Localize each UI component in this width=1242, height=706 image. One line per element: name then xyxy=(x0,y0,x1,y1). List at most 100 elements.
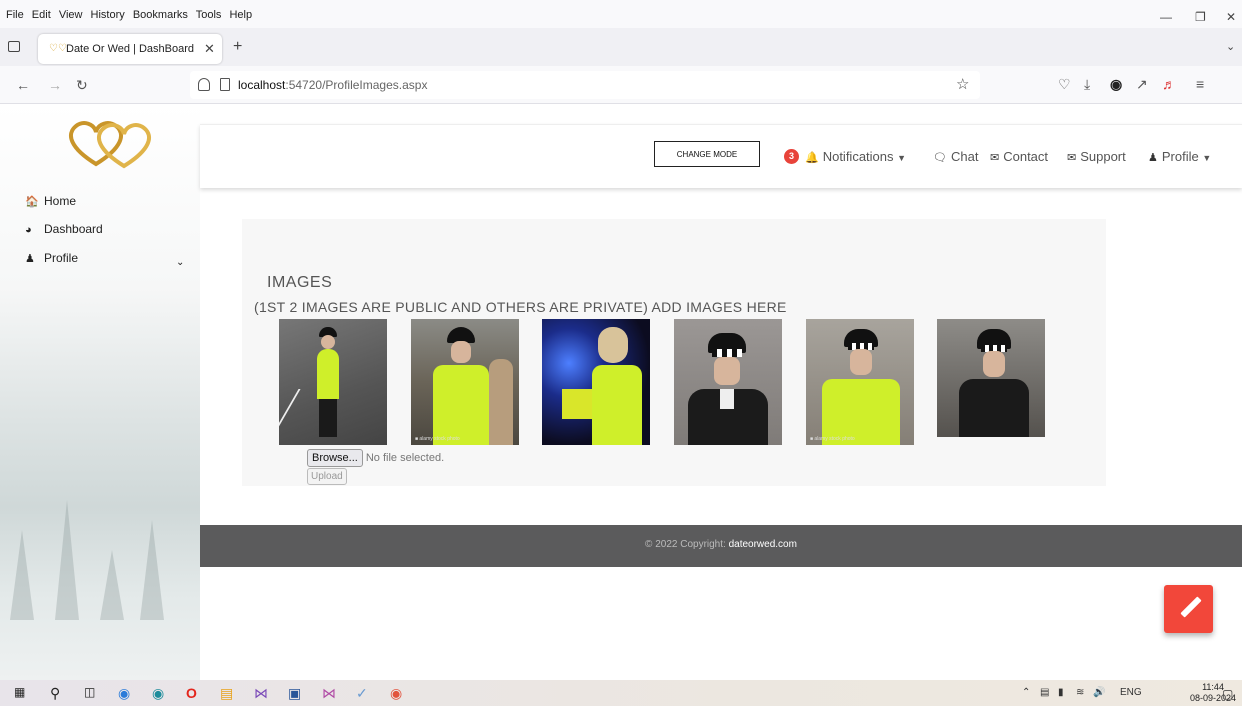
notification-center-icon[interactable]: ▢ xyxy=(1222,687,1233,701)
menu-bar: File Edit View History Bookmarks Tools H… xyxy=(6,9,257,21)
chevron-down-icon[interactable]: ⌄ xyxy=(1226,40,1235,53)
back-icon[interactable]: ← xyxy=(16,77,30,93)
browser-tab[interactable]: ♡♡ Date Or Wed | DashBoard ✕ xyxy=(38,34,222,64)
tab-list-icon[interactable] xyxy=(8,41,20,52)
images-heading: IMAGES xyxy=(267,274,333,291)
file-explorer-icon[interactable]: ▤ xyxy=(220,685,233,702)
forward-icon[interactable]: → xyxy=(48,77,62,93)
vs-app-icon[interactable]: ⋈ xyxy=(322,685,336,702)
browse-button[interactable]: Browse... xyxy=(307,449,363,467)
bell-icon: 🔔 xyxy=(805,152,819,164)
firefox-icon[interactable]: ◉ xyxy=(390,685,402,702)
change-mode-button[interactable]: CHANGE MODE xyxy=(654,141,760,167)
edge-icon[interactable]: ◉ xyxy=(152,685,164,702)
tool-icon[interactable]: ✓ xyxy=(356,685,368,702)
copyright-site-link[interactable]: dateorwed.com xyxy=(729,539,797,550)
chevron-down-icon[interactable]: ⌄ xyxy=(176,257,184,268)
battery-icon[interactable]: ▮ xyxy=(1058,687,1064,698)
users-icon: ♟ xyxy=(25,253,35,265)
support-link[interactable]: ✉ Support xyxy=(1067,149,1126,164)
menu-hamburger-icon[interactable]: ≡ xyxy=(1196,76,1204,92)
sidebar-item-home[interactable]: 🏠 Home xyxy=(25,194,76,208)
upload-button[interactable]: Upload xyxy=(307,468,347,485)
language-indicator[interactable]: ENG xyxy=(1120,687,1142,698)
tray-device-icon[interactable]: ▤ xyxy=(1040,687,1049,698)
top-header: CHANGE MODE 3 🔔 Notifications ▼ 🗨 Chat ✉ Co… xyxy=(200,124,1242,188)
sidebar-item-dashboard[interactable]: ◕ Dashboard xyxy=(25,222,103,236)
chat-label: Chat xyxy=(950,149,979,164)
profile-image-3[interactable] xyxy=(542,319,650,445)
share-icon[interactable]: ↗ xyxy=(1136,76,1148,93)
profile-image-2[interactable]: ■ alamy stock photo xyxy=(411,319,519,445)
file-status-text: No file selected. xyxy=(365,452,445,464)
file-upload-row: Browse... No file selected. xyxy=(307,449,444,467)
dashboard-icon: ◕ xyxy=(25,224,32,236)
menu-history[interactable]: History xyxy=(91,9,125,21)
site-logo[interactable] xyxy=(60,114,162,174)
restore-icon[interactable]: ❐ xyxy=(1195,10,1206,24)
support-chat-icon: ✉ xyxy=(1067,152,1077,164)
sidebar-item-profile[interactable]: ♟ Profile xyxy=(25,251,78,265)
menu-bookmarks[interactable]: Bookmarks xyxy=(133,9,188,21)
address-bar[interactable]: localhost:54720/ProfileImages.aspx ☆ xyxy=(190,71,980,99)
profile-image-1[interactable] xyxy=(279,319,387,445)
tab-close-icon[interactable]: ✕ xyxy=(204,41,215,57)
pocket-icon[interactable]: ♡ xyxy=(1058,76,1071,93)
menu-tools[interactable]: Tools xyxy=(196,9,222,21)
copyright-text: © 2022 Copyright: dateorwed.com xyxy=(200,539,1242,550)
heart-favicon-icon: ♡♡ xyxy=(49,43,67,54)
menu-edit[interactable]: Edit xyxy=(32,9,51,21)
download-icon[interactable]: ⤓ xyxy=(1084,76,1090,93)
tree-decoration xyxy=(140,520,164,620)
megaphone-icon[interactable]: ♬ xyxy=(1162,76,1176,92)
pencil-icon xyxy=(1180,596,1202,618)
contact-label: Contact xyxy=(1003,149,1049,164)
notifications-label: Notifications xyxy=(822,149,894,164)
edit-fab-button[interactable] xyxy=(1164,585,1213,633)
main-content: CHANGE MODE 3 🔔 Notifications ▼ 🗨 Chat ✉ Co… xyxy=(200,104,1242,680)
contact-link[interactable]: ✉ Contact xyxy=(990,149,1048,164)
home-icon: 🏠 xyxy=(25,196,39,208)
task-view-icon[interactable]: ◫ xyxy=(84,685,95,699)
windows-start-icon[interactable]: ▦ xyxy=(14,685,25,699)
profile-image-6[interactable] xyxy=(937,319,1045,437)
tree-decoration xyxy=(10,530,34,620)
tree-decoration xyxy=(100,550,124,620)
page-footer: © 2022 Copyright: dateorwed.com xyxy=(200,525,1242,567)
new-tab-icon[interactable]: + xyxy=(233,38,242,56)
visual-studio-icon[interactable]: ⋈ xyxy=(254,685,268,702)
browser-menubar: File Edit View History Bookmarks Tools H… xyxy=(0,0,1242,28)
reload-icon[interactable]: ↻ xyxy=(76,77,88,94)
profile-label: Profile xyxy=(1161,149,1199,164)
profile-menu[interactable]: ♟ Profile ▼ xyxy=(1148,149,1211,164)
chat-link[interactable]: 🗨 Chat xyxy=(933,149,978,164)
support-label: Support xyxy=(1080,149,1126,164)
shield-icon[interactable] xyxy=(198,78,210,91)
tab-title: Date Or Wed | DashBoard xyxy=(66,43,194,55)
volume-icon[interactable]: 🔊 xyxy=(1093,687,1105,698)
menu-file[interactable]: File xyxy=(6,9,24,21)
page-icon[interactable] xyxy=(220,78,230,91)
chat-icon: 🗨 xyxy=(933,152,947,164)
notifications-menu[interactable]: 🔔 Notifications ▼ xyxy=(805,149,906,164)
window-close-icon[interactable]: ✕ xyxy=(1226,10,1236,24)
search-icon[interactable]: ⚲ xyxy=(50,685,60,702)
tree-decoration xyxy=(55,500,79,620)
profile-image-5[interactable]: ■ alamy stock photo xyxy=(806,319,914,445)
tray-chevron-up-icon[interactable]: ⌃ xyxy=(1022,687,1030,698)
profile-image-4[interactable] xyxy=(674,319,782,445)
word-icon[interactable]: ▣ xyxy=(288,685,301,702)
caret-down-icon: ▼ xyxy=(1202,153,1212,163)
minimize-icon[interactable]: — xyxy=(1160,10,1172,24)
sidebar-item-label: Profile xyxy=(44,251,79,265)
account-icon[interactable]: ◉ xyxy=(1110,76,1122,93)
app-k-icon[interactable]: ◉ xyxy=(118,685,130,702)
url-text[interactable]: localhost:54720/ProfileImages.aspx xyxy=(238,78,427,92)
opera-icon[interactable]: O xyxy=(186,685,197,701)
stock-watermark: ■ alamy stock photo xyxy=(415,436,460,442)
wifi-icon[interactable]: ≋ xyxy=(1076,687,1084,698)
menu-help[interactable]: Help xyxy=(229,9,252,21)
menu-view[interactable]: View xyxy=(59,9,83,21)
notification-count-badge: 3 xyxy=(784,149,799,164)
bookmark-star-icon[interactable]: ☆ xyxy=(956,75,969,93)
